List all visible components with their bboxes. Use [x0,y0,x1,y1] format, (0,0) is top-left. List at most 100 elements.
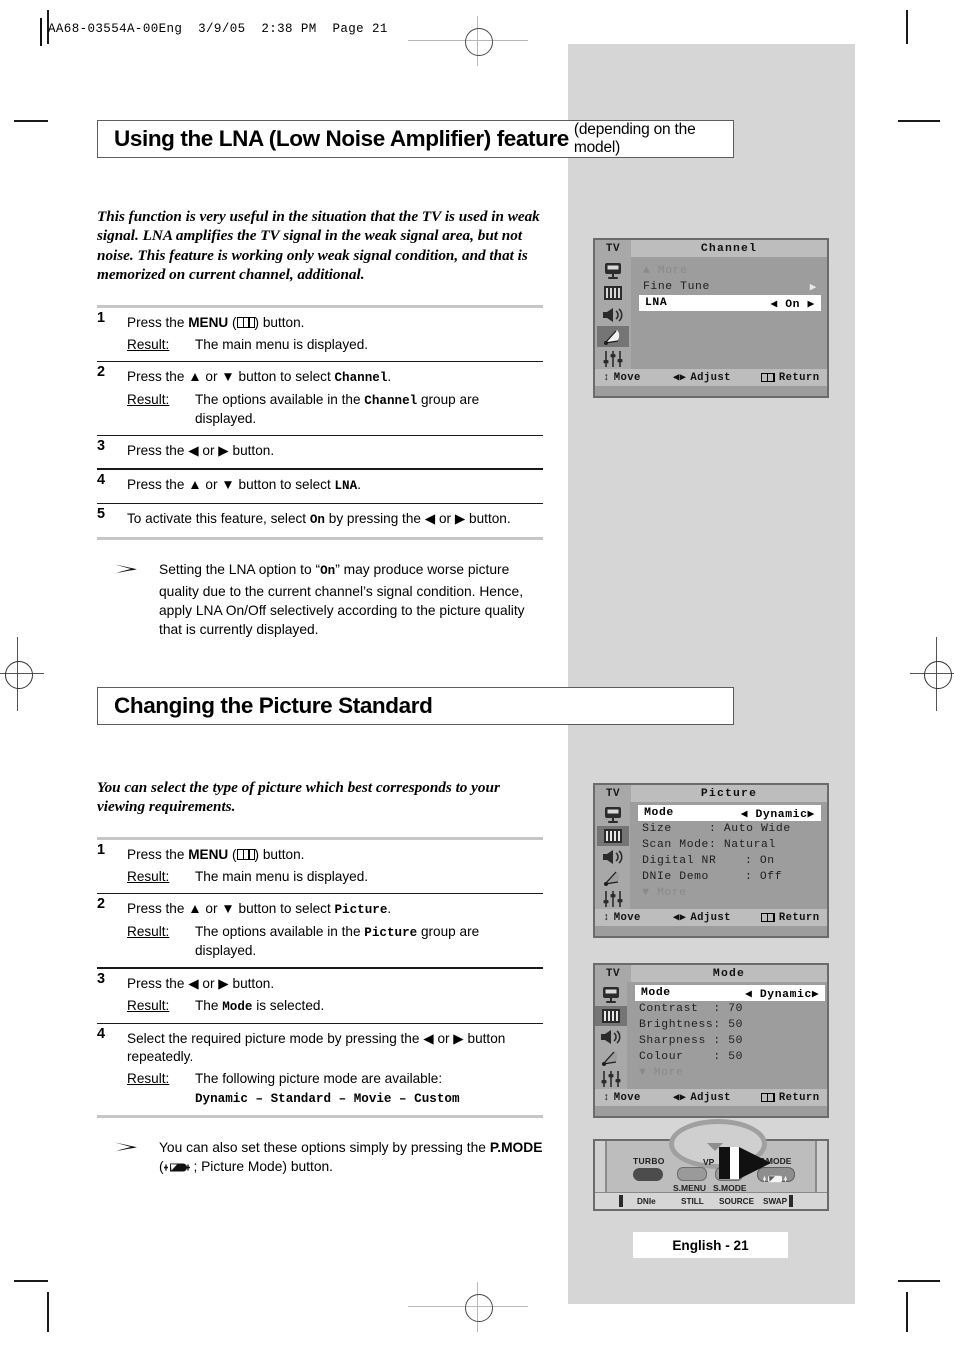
osd-header: TV Channel [595,240,827,257]
step-text-post: ) button. [254,846,305,862]
result-text: The options available in the Picture gro… [195,923,543,960]
section2-intro: You can select the type of picture which… [97,779,500,816]
step-text-pre: Press the ▲ or ▼ button to select [127,476,335,492]
osd-row-label: DNIe Demo [642,871,709,883]
remote-bottom-rail-left [619,1195,623,1207]
result-text: The main menu is displayed. [195,868,369,884]
note-post: ; Picture Mode) button. [189,1159,334,1175]
updown-arrows-icon: ↕ [603,371,610,384]
osd-icon-rail [595,257,631,369]
osd-header: TV Picture [595,785,827,802]
osd-row-more[interactable]: ▼ More [627,1065,831,1081]
step-text-post: . [387,901,392,917]
step-item: 2 Press the ▲ or ▼ button to select Chan… [97,362,543,435]
picture-icon[interactable] [597,282,629,303]
osd-title: Mode [631,965,827,982]
page-title-2: Changing the Picture Standard [114,693,433,718]
picture-icon[interactable] [596,826,629,846]
chevron-right-icon[interactable]: ▶ [808,806,815,821]
osd-row[interactable]: Contrast : 70 [627,1001,831,1017]
note-lna: Setting the LNA option to “On” may produ… [97,560,543,640]
leftright-arrows-icon: ◀▶ [672,1092,687,1104]
osd-move-label: Move [613,371,641,384]
leftright-arrows-icon: ◀▶ [672,912,687,924]
osd-row[interactable]: DNIe Demo : Off [630,869,827,885]
updown-arrows-icon: ↕ [603,1091,610,1104]
osd-row-value[interactable]: ◀ Dynamic [741,806,808,821]
chevron-right-icon[interactable]: ▶ [810,280,817,294]
registration-mark-left [5,661,33,689]
satellite-icon[interactable] [595,1048,627,1068]
osd-row[interactable]: Fine Tune ▶ [631,279,827,295]
osd-row-value: : 70 [713,1003,744,1015]
osd-row[interactable]: Size : Auto Wide [630,821,827,837]
picture-icon[interactable] [595,1006,627,1026]
tv-tuner-icon[interactable] [595,985,627,1005]
osd-row-value[interactable]: ◀ Dynamic [745,986,812,1001]
chevron-right-icon[interactable]: ▶ [812,986,819,1001]
page-slug: AA68-03554A-00Eng 3/9/05 2:38 PM Page 21 [48,22,388,36]
remote-source-label[interactable]: SOURCE [719,1197,754,1206]
sound-icon[interactable] [595,1027,627,1047]
note-text: You can also set these options simply by… [159,1138,543,1179]
osd-row-value: : 50 [713,1019,744,1031]
sound-icon[interactable] [597,847,629,867]
osd-row-selected[interactable]: LNA ◀ On ▶ [639,295,821,311]
remote-still-label[interactable]: STILL [681,1197,704,1206]
step-number: 4 [97,1025,106,1042]
sound-icon[interactable] [597,304,629,325]
remote-bottom-rail-right [789,1195,793,1207]
result-row: Result: The options available in the Pic… [127,921,543,967]
tv-tuner-icon[interactable] [597,260,629,281]
satellite-icon[interactable] [597,326,629,347]
page-title-suffix: (depending on the model) [573,121,696,156]
satellite-icon[interactable] [597,868,629,888]
result-text: The Mode is selected. [195,997,543,1016]
result-label: Result: [127,336,170,352]
osd-row[interactable]: Sharpness : 50 [627,1033,831,1049]
setup-icon[interactable] [595,1069,627,1089]
osd-row-value[interactable]: ◀ On ▶ [770,296,815,311]
osd-row-more[interactable]: ▼ More [630,885,827,901]
osd-return-label: Return [778,1091,820,1104]
note-bold: On [320,564,336,579]
result-mono: Mode [222,999,253,1014]
osd-row-value: : 50 [713,1035,744,1047]
osd-row[interactable]: Scan Mode : Natural [630,837,827,853]
osd-return-label: Return [778,371,820,384]
osd-row[interactable]: Brightness : 50 [627,1017,831,1033]
osd-footer: ↕ Move ◀▶ Adjust Return [595,1089,827,1106]
result-row: Result: The Mode is selected. [127,995,543,1023]
step-item: 3 Press the ◀ or ▶ button. Result: The M… [97,969,543,1023]
remote-swap-label[interactable]: SWAP [763,1197,787,1206]
step-text-post: by pressing the ◀ or ▶ button. [324,511,511,527]
osd-tv-label: TV [595,965,631,982]
result-text: The main menu is displayed. [195,336,369,352]
remote-dnie-label[interactable]: DNIe [637,1197,656,1206]
osd-row-label: Contrast [639,1003,699,1015]
osd-row-label: Fine Tune [643,281,710,293]
tv-tuner-icon[interactable] [597,805,629,825]
result-text: The options available in the Channel gro… [195,391,543,428]
step-text: Press the ▲ or ▼ button to select Channe… [127,362,543,389]
step-text: Press the ◀ or ▶ button. [127,975,275,991]
osd-row[interactable]: Digital NR : On [630,853,827,869]
note-pre: You can also set these options simply by… [159,1139,490,1155]
osd-row[interactable]: ▲ More [631,263,827,279]
osd-row[interactable]: Colour : 50 [627,1049,831,1065]
step-item: 3 Press the ◀ or ▶ button. [97,436,543,468]
remote-turbo-button[interactable] [633,1168,663,1181]
setup-icon[interactable] [597,348,629,369]
result-pre: The options available in the [195,392,365,408]
remote-smenu-button[interactable] [677,1167,707,1181]
setup-icon[interactable] [597,889,629,909]
result-modes-list: Dynamic – Standard – Movie – Custom [195,1091,460,1106]
step-text: Press the ◀ or ▶ button. [127,443,275,459]
osd-row-label: LNA [645,297,668,309]
osd-row-selected[interactable]: Mode ◀ Dynamic ▶ [635,985,826,1001]
osd-tv-label: TV [595,240,631,257]
arrow-bullet-icon [115,564,137,574]
osd-row-selected[interactable]: Mode ◀ Dynamic ▶ [638,805,821,821]
step-item: 5 To activate this feature, select On by… [97,504,543,537]
result-pre: The [195,997,223,1013]
